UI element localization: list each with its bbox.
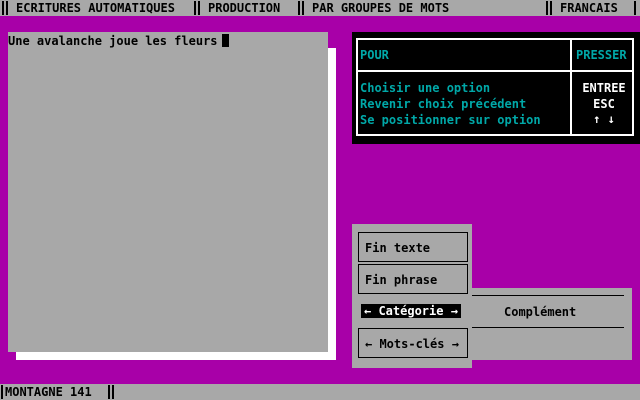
fin-phrase-label: Fin phrase	[365, 273, 438, 287]
help-column-divider	[570, 38, 572, 136]
mots-cles-label: ← Mots-clés →	[365, 337, 459, 351]
status-text: MONTAGNE 141	[5, 385, 92, 399]
submenu-mid-line	[464, 327, 624, 328]
menu-separator	[302, 1, 304, 15]
category-submenu: Complément	[464, 288, 632, 368]
help-row-key: ESC	[593, 97, 615, 111]
categorie-button[interactable]: ← Catégorie →	[358, 296, 468, 326]
menu-separator	[550, 1, 552, 15]
menu-separator	[194, 1, 196, 15]
mots-cles-button[interactable]: ← Mots-clés →	[358, 328, 468, 358]
help-header-key: PRESSER	[576, 48, 627, 62]
menu-tab-production[interactable]: PRODUCTION	[208, 0, 280, 16]
submenu-item-complement[interactable]: Complément	[504, 305, 576, 319]
help-divider	[356, 70, 634, 72]
editor-text: Une avalanche joue les fleurs	[8, 34, 218, 48]
command-panel: Fin texte Fin phrase ← Catégorie → ← Mot…	[352, 224, 472, 368]
categorie-label: ← Catégorie →	[361, 304, 461, 318]
menu-bar: ECRITURES AUTOMATIQUES PRODUCTION PAR GR…	[0, 0, 640, 16]
help-row-key: ENTREE	[582, 81, 626, 95]
editor-content: Une avalanche joue les fleurs	[8, 34, 229, 48]
menu-separator	[2, 1, 4, 15]
text-editor[interactable]: Une avalanche joue les fleurs	[8, 32, 328, 352]
status-separator	[1, 385, 3, 399]
menu-tab-francais[interactable]: FRANCAIS	[560, 0, 618, 16]
menu-separator	[6, 1, 8, 15]
submenu-top-line	[464, 295, 624, 296]
help-row-action: Choisir une option	[360, 81, 491, 95]
menu-separator	[546, 1, 548, 15]
menu-separator	[198, 1, 200, 15]
menu-separator	[634, 1, 636, 15]
fin-phrase-button[interactable]: Fin phrase	[358, 264, 468, 294]
menu-separator	[298, 1, 300, 15]
text-cursor	[221, 34, 229, 47]
help-box: POUR PRESSER Choisir une option ENTREE R…	[352, 32, 640, 144]
fin-texte-label: Fin texte	[365, 241, 431, 255]
menu-tab-ecritures-automatiques[interactable]: ECRITURES AUTOMATIQUES	[16, 0, 175, 16]
status-separator	[108, 385, 110, 399]
fin-texte-button[interactable]: Fin texte	[358, 232, 468, 262]
arrow-keys-icon: ↑ ↓	[593, 112, 615, 126]
help-row-action: Se positionner sur option	[360, 113, 541, 127]
status-separator	[112, 385, 114, 399]
help-row-action: Revenir choix précédent	[360, 97, 527, 111]
help-header-action: POUR	[360, 48, 389, 62]
menu-tab-par-groupes-de-mots[interactable]: PAR GROUPES DE MOTS	[312, 0, 449, 16]
status-bar: MONTAGNE 141	[0, 384, 640, 400]
